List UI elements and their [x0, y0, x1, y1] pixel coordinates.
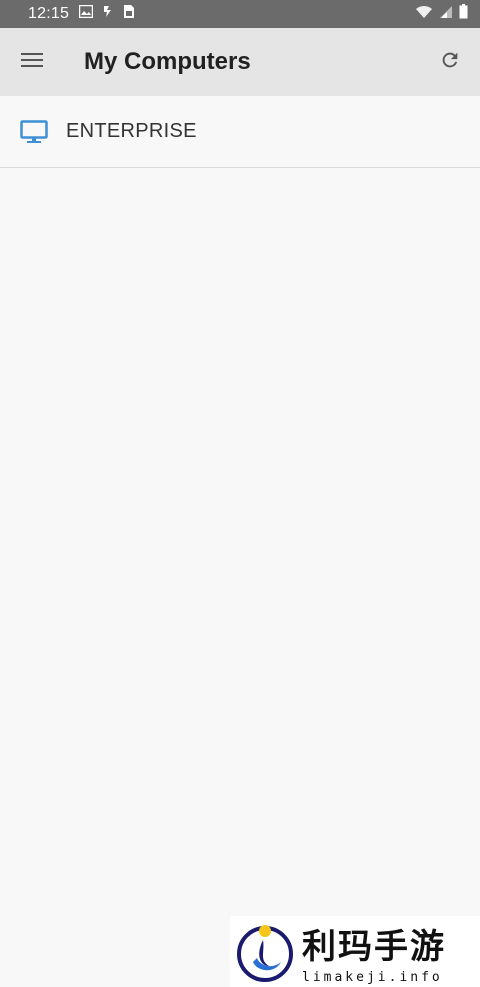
status-right-icons — [415, 4, 468, 24]
status-bar: 12:15 — [0, 0, 480, 28]
app-bar: My Computers — [0, 28, 480, 96]
monitor-icon — [0, 119, 66, 144]
sim-card-icon — [123, 4, 135, 24]
menu-button[interactable] — [0, 28, 64, 96]
hamburger-menu-icon — [21, 52, 43, 73]
watermark: 利玛手游 limakeji.info — [230, 916, 480, 987]
battery-icon — [459, 4, 468, 24]
page-title: My Computers — [84, 48, 251, 75]
list-item-computer[interactable]: ENTERPRISE — [0, 96, 480, 168]
computer-list: ENTERPRISE — [0, 96, 480, 168]
watermark-text: 利玛手游 limakeji.info — [302, 919, 446, 985]
lightning-icon — [103, 5, 113, 23]
signal-icon — [439, 5, 453, 24]
watermark-logo — [230, 916, 300, 987]
computer-name: ENTERPRISE — [66, 120, 197, 142]
watermark-text-cn: 利玛手游 — [302, 926, 446, 967]
wifi-icon — [415, 5, 433, 24]
image-icon — [78, 4, 94, 23]
refresh-icon — [439, 49, 461, 76]
refresh-button[interactable] — [420, 28, 480, 96]
status-time: 12:15 — [28, 5, 70, 22]
empty-content-area — [0, 169, 480, 987]
status-left-icons — [78, 4, 135, 24]
watermark-text-en: limakeji.info — [302, 969, 443, 985]
